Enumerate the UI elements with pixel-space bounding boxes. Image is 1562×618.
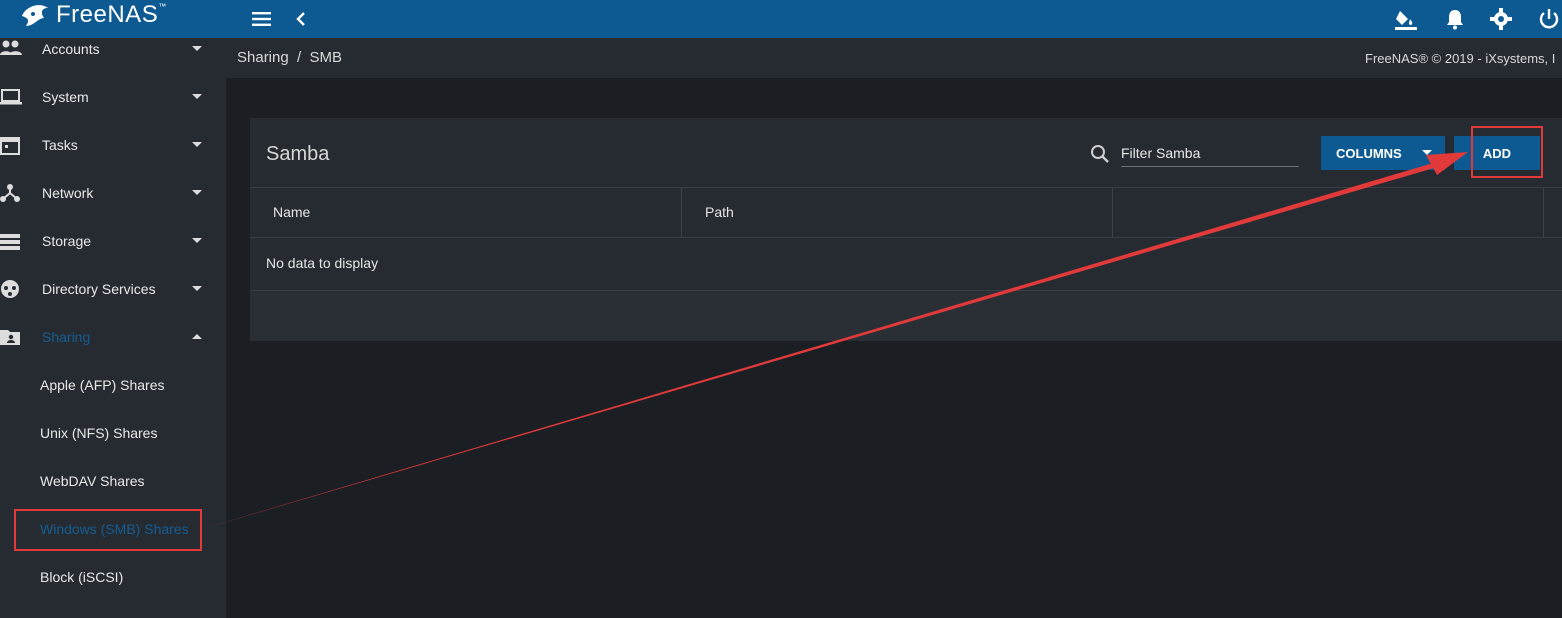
chevron-down-icon [192, 238, 202, 243]
gear-icon[interactable] [1488, 6, 1514, 32]
power-icon[interactable] [1536, 6, 1562, 32]
sidebar-item-label: Storage [42, 233, 92, 249]
chevron-down-icon [192, 94, 202, 99]
theme-paint-icon[interactable] [1393, 6, 1419, 32]
column-divider [1543, 188, 1544, 237]
table-header: Name Path [250, 187, 1562, 238]
empty-table-message: No data to display [266, 255, 379, 271]
column-divider [1112, 188, 1113, 237]
sidebar-subitem-iscsi[interactable]: Block (iSCSI) [0, 553, 226, 601]
directory-icon [1, 280, 19, 298]
copyright-text: FreeNAS® © 2019 - iXsystems, I [1365, 51, 1556, 66]
sidebar-item-sharing[interactable]: Sharing [0, 313, 226, 361]
table-footer [250, 290, 1562, 341]
columns-button[interactable]: COLUMNS [1321, 136, 1445, 170]
top-bar: FreeNAS ™ [0, 0, 1562, 38]
column-divider [681, 188, 682, 237]
sidebar-subitem-afp-shares[interactable]: Apple (AFP) Shares [0, 361, 226, 409]
network-icon [0, 184, 20, 202]
folder-shared-icon [0, 330, 20, 345]
column-header-path[interactable]: Path [705, 204, 734, 220]
people-icon [0, 40, 22, 55]
sidebar-item-storage[interactable]: Storage [0, 217, 226, 265]
sidebar-item-network[interactable]: Network [0, 169, 226, 217]
back-chevron-icon[interactable] [288, 6, 314, 32]
sidebar-item-label: Sharing [42, 329, 91, 345]
menu-icon[interactable] [249, 6, 275, 32]
sidebar-subitem-label: Block (iSCSI) [40, 569, 124, 585]
chevron-down-icon [192, 286, 202, 291]
sidebar-subitem-label: Unix (NFS) Shares [40, 425, 158, 441]
sidebar-item-label: System [42, 89, 89, 105]
sidebar-item-label: Network [42, 185, 94, 201]
calendar-icon [0, 137, 20, 155]
sidebar-subitem-label: WebDAV Shares [40, 473, 145, 489]
chevron-up-icon [192, 334, 202, 339]
logo-trademark: ™ [158, 2, 167, 11]
filter-samba-input[interactable] [1121, 140, 1299, 167]
samba-card: Samba COLUMNS ADD Name Path No data to d… [250, 118, 1562, 341]
sidebar-item-label: Accounts [42, 41, 100, 57]
sidebar-item-system[interactable]: System [0, 73, 226, 121]
sidebar-subitem-smb-shares[interactable]: Windows (SMB) Shares [0, 505, 226, 553]
sidebar-item-label: Directory Services [42, 281, 156, 297]
breadcrumb-bar: Sharing / SMB FreeNAS® © 2019 - iXsystem… [226, 38, 1562, 78]
sidebar-subitem-label: Windows (SMB) Shares [40, 521, 189, 537]
laptop-icon [0, 89, 22, 105]
chevron-down-icon [192, 142, 202, 147]
sidebar-subitem-label: Apple (AFP) Shares [40, 377, 165, 393]
column-header-name[interactable]: Name [273, 204, 310, 220]
sidebar-subitem-webdav-shares[interactable]: WebDAV Shares [0, 457, 226, 505]
bell-icon[interactable] [1442, 6, 1468, 32]
search-icon [1091, 145, 1109, 163]
chevron-down-icon [192, 190, 202, 195]
sidebar-item-accounts[interactable]: Accounts [0, 25, 226, 73]
sidebar-item-tasks[interactable]: Tasks [0, 121, 226, 169]
card-title: Samba [266, 143, 330, 165]
sidebar-item-directory-services[interactable]: Directory Services [0, 265, 226, 313]
storage-icon [0, 234, 20, 250]
breadcrumb: Sharing / SMB [237, 49, 343, 66]
add-button[interactable]: ADD [1454, 136, 1540, 170]
sidebar: Accounts System Tasks Network Storage Di… [0, 38, 226, 618]
chevron-down-icon [192, 46, 202, 51]
sidebar-subitem-nfs-shares[interactable]: Unix (NFS) Shares [0, 409, 226, 457]
chevron-down-icon [1422, 150, 1432, 155]
columns-button-label: COLUMNS [1336, 146, 1402, 161]
sidebar-item-label: Tasks [42, 137, 78, 153]
